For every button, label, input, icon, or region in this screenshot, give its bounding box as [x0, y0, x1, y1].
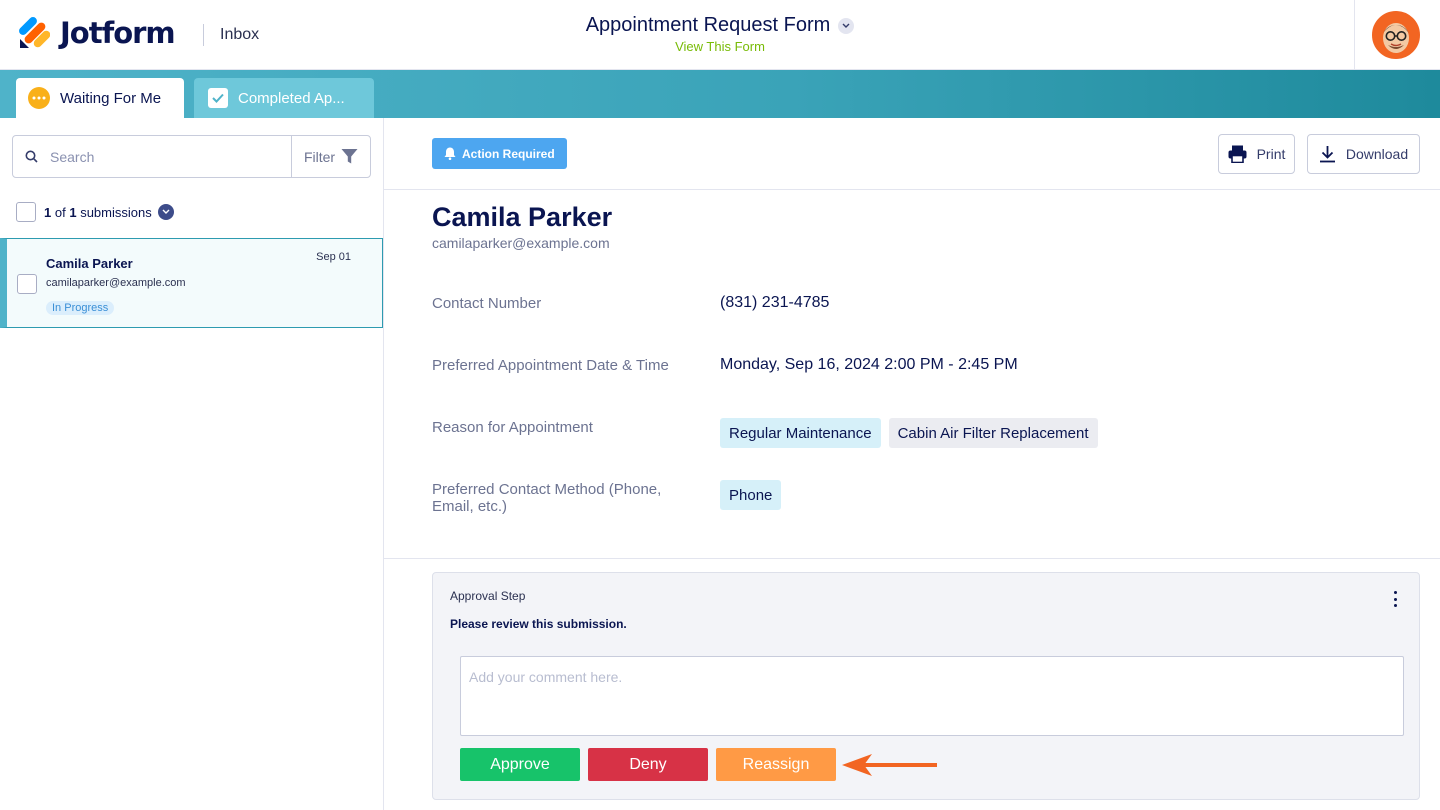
form-title: Appointment Request Form: [585, 14, 831, 36]
header-divider: [1354, 0, 1355, 70]
inbox-tab-bar: Waiting For Me Completed Ap...: [0, 70, 1440, 118]
detail-toolbar: Action Required Print Download: [384, 118, 1440, 190]
submission-count: 1 of 1 submissions: [44, 205, 152, 220]
form-title-dropdown[interactable]: Appointment Request Form: [586, 14, 855, 37]
annotation-arrow-icon: [842, 754, 937, 776]
tab-label: Waiting For Me: [60, 89, 162, 107]
comment-textarea[interactable]: [460, 656, 1404, 736]
field-value-contact-number: (831) 231-4785: [720, 294, 830, 311]
count-of: of: [54, 204, 66, 220]
filter-button[interactable]: Filter: [291, 136, 370, 177]
tab-label: Completed Ap...: [238, 89, 345, 107]
bell-icon: [444, 147, 456, 160]
field-label-appointment-date: Preferred Appointment Date & Time: [432, 357, 669, 374]
search-input[interactable]: [50, 148, 250, 165]
count-total: 1: [69, 204, 77, 220]
reason-chip: Regular Maintenance: [720, 418, 881, 448]
download-icon: [1319, 146, 1335, 163]
checkbox-checked-icon: [208, 88, 228, 108]
search-icon: [25, 150, 38, 163]
select-all-checkbox[interactable]: [16, 202, 36, 222]
count-suffix: submissions: [80, 204, 152, 220]
view-form-link[interactable]: View This Form: [0, 39, 1440, 54]
form-title-area: Appointment Request Form View This Form: [0, 14, 1440, 54]
reason-chip: Cabin Air Filter Replacement: [888, 418, 1098, 448]
submission-email: camilaparker@example.com: [46, 277, 186, 289]
submitter-email: camilaparker@example.com: [432, 235, 610, 251]
deny-button[interactable]: Deny: [588, 748, 708, 781]
more-dots-icon: [28, 87, 50, 109]
search-field[interactable]: [13, 136, 291, 177]
submission-date: Sep 01: [316, 251, 351, 263]
search-bar: Filter: [12, 135, 371, 178]
approve-button[interactable]: Approve: [460, 748, 580, 781]
action-required-label: Action Required: [462, 146, 555, 161]
count-current: 1: [44, 204, 52, 220]
field-value-reason: Regular Maintenance Cabin Air Filter Rep…: [720, 418, 1098, 448]
download-label: Download: [1345, 146, 1409, 162]
filter-label: Filter: [303, 148, 336, 165]
field-label-contact-number: Contact Number: [432, 295, 542, 312]
section-divider: [384, 558, 1440, 559]
chevron-down-icon[interactable]: [157, 204, 174, 220]
chevron-down-icon[interactable]: [838, 17, 855, 34]
print-button[interactable]: Print: [1218, 134, 1295, 174]
printer-icon: [1228, 145, 1247, 163]
submission-count-row: 1 of 1 submissions: [16, 202, 174, 222]
list-item[interactable]: Camila Parker camilaparker@example.com S…: [0, 238, 383, 328]
action-required-badge: Action Required: [432, 138, 567, 169]
print-label: Print: [1256, 146, 1286, 162]
kebab-menu-icon[interactable]: [1391, 591, 1399, 607]
status-badge: In Progress: [46, 301, 115, 315]
funnel-icon: [341, 149, 358, 164]
tab-completed-approvals[interactable]: Completed Ap...: [194, 78, 374, 118]
submission-checkbox[interactable]: [17, 274, 37, 294]
submission-list-panel: Filter 1 of 1 submissions Camila Parker …: [0, 118, 384, 810]
approval-step-title: Approval Step: [450, 589, 526, 603]
download-button[interactable]: Download: [1307, 134, 1420, 174]
field-value-contact-method: Phone: [720, 480, 782, 510]
app-header: Jotform Inbox Appointment Request Form V…: [0, 0, 1440, 70]
reassign-button[interactable]: Reassign: [716, 748, 836, 781]
submitter-name: Camila Parker: [432, 202, 613, 232]
contact-method-chip: Phone: [720, 480, 782, 510]
user-avatar[interactable]: [1372, 11, 1420, 59]
tab-waiting-for-me[interactable]: Waiting For Me: [16, 78, 184, 118]
submission-detail-panel: Action Required Print Download Camila Pa…: [384, 118, 1440, 810]
submission-name: Camila Parker: [46, 256, 133, 271]
field-value-appointment-date: Monday, Sep 16, 2024 2:00 PM - 2:45 PM: [720, 356, 1018, 373]
avatar-face-icon: [1374, 13, 1418, 57]
approval-instructions: Please review this submission.: [450, 617, 627, 631]
field-label-reason: Reason for Appointment: [432, 419, 593, 436]
field-label-contact-method: Preferred Contact Method (Phone, Email, …: [432, 481, 662, 515]
